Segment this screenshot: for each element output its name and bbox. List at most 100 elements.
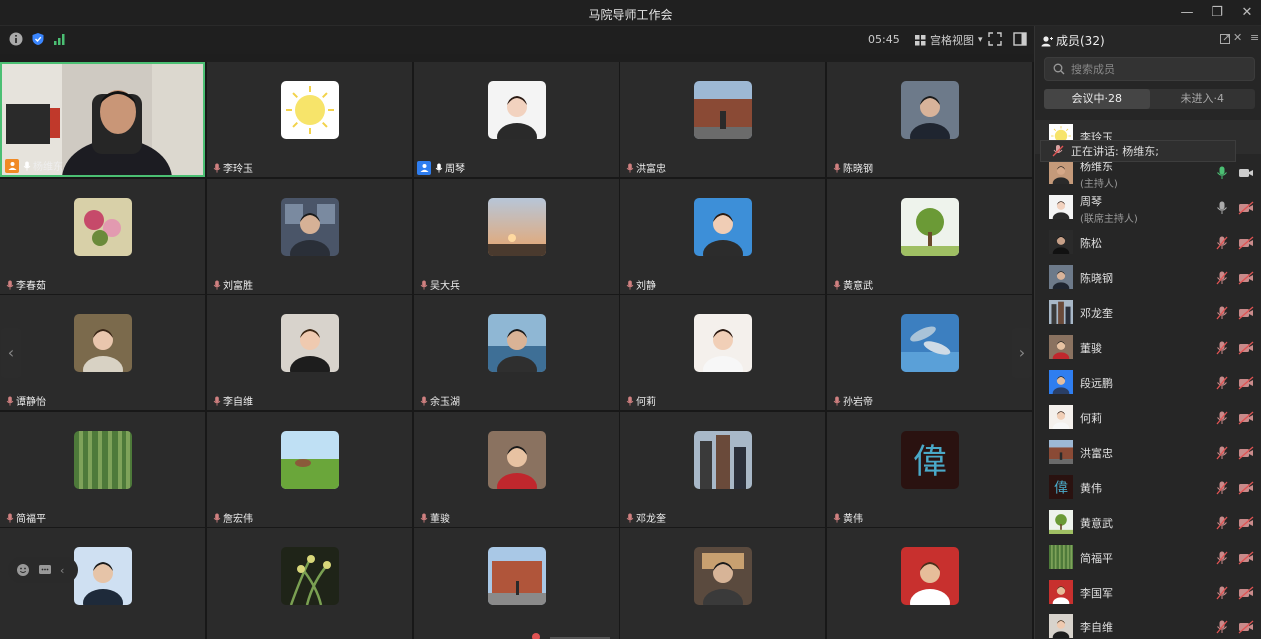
chat-icon[interactable]: [38, 563, 52, 577]
signal-icon[interactable]: [53, 32, 67, 46]
camera-off-icon[interactable]: [1238, 586, 1254, 600]
member-name: 何莉: [1080, 412, 1102, 425]
participant-name: 李自维: [223, 397, 253, 408]
mic-muted-icon[interactable]: [1216, 341, 1228, 355]
restore-button[interactable]: ❐: [1207, 4, 1227, 22]
member-row[interactable]: 李国军: [1035, 576, 1261, 610]
camera-off-icon[interactable]: [1238, 516, 1254, 530]
grid-view-dropdown[interactable]: 宫格视图 ▾: [915, 32, 983, 48]
prev-page-button[interactable]: ‹: [1, 328, 21, 378]
member-row[interactable]: 周琴 (联席主持人): [1035, 191, 1261, 225]
participant-tile[interactable]: [0, 528, 205, 639]
participant-tile[interactable]: [414, 528, 619, 639]
minimize-button[interactable]: —: [1177, 4, 1197, 22]
member-row[interactable]: 李自维: [1035, 610, 1261, 639]
participant-tile[interactable]: 李自维: [207, 295, 412, 410]
member-row[interactable]: 何莉: [1035, 401, 1261, 435]
camera-off-icon[interactable]: [1238, 411, 1254, 425]
member-row[interactable]: 董骏: [1035, 331, 1261, 365]
participant-tile[interactable]: 杨维东: [0, 62, 205, 219]
participant-tile[interactable]: 简福平: [0, 412, 205, 527]
member-row[interactable]: 简福平: [1035, 541, 1261, 575]
participant-tile[interactable]: 黄意武: [827, 179, 1032, 294]
participant-tile[interactable]: [207, 528, 412, 639]
svg-text:偉: 偉: [913, 442, 947, 482]
mic-icon[interactable]: [1216, 166, 1228, 180]
member-name: 简福平: [1080, 552, 1113, 565]
mic-muted-icon[interactable]: [1216, 271, 1228, 285]
next-page-button[interactable]: ›: [1012, 328, 1032, 378]
member-row[interactable]: 黄意武: [1035, 506, 1261, 540]
popout-icon[interactable]: [1220, 34, 1230, 44]
member-row[interactable]: 邓龙奎: [1035, 296, 1261, 330]
tab-not-joined[interactable]: 未进入·4: [1150, 89, 1256, 109]
camera-off-icon[interactable]: [1238, 341, 1254, 355]
member-row[interactable]: 洪富忠: [1035, 436, 1261, 470]
mic-muted-icon[interactable]: [1216, 516, 1228, 530]
mic-muted-icon[interactable]: [1216, 551, 1228, 565]
mic-muted-icon[interactable]: [1216, 306, 1228, 320]
participant-tile[interactable]: 陈晓钢: [827, 62, 1032, 177]
participant-tile[interactable]: [827, 528, 1032, 639]
member-row[interactable]: 陈晓钢: [1035, 261, 1261, 295]
panel-menu-icon[interactable]: ≡: [1250, 31, 1259, 44]
participant-tile[interactable]: 董骏: [414, 412, 619, 527]
member-avatar: [1049, 195, 1073, 219]
tab-in-meeting[interactable]: 会议中·28: [1044, 89, 1150, 109]
mic-muted-icon[interactable]: [1216, 236, 1228, 250]
camera-off-icon[interactable]: [1238, 481, 1254, 495]
mic-muted-icon[interactable]: [1216, 586, 1228, 600]
mic-muted-icon[interactable]: [1216, 620, 1228, 634]
member-row[interactable]: 偉黄伟: [1035, 471, 1261, 505]
camera-icon[interactable]: [1238, 166, 1254, 180]
collapse-icon[interactable]: ‹: [60, 564, 64, 577]
member-row[interactable]: 段远鹏: [1035, 366, 1261, 400]
camera-off-icon[interactable]: [1238, 376, 1254, 390]
participant-label: 李自维: [213, 393, 253, 408]
camera-off-icon[interactable]: [1238, 201, 1254, 215]
participant-tile[interactable]: 孙岩帝: [827, 295, 1032, 410]
members-icon: [1041, 35, 1053, 46]
camera-off-icon[interactable]: [1238, 236, 1254, 250]
member-search[interactable]: [1044, 57, 1255, 81]
sidebar-toggle-icon[interactable]: [1013, 32, 1027, 46]
participant-tile[interactable]: 刘静: [620, 179, 825, 294]
info-icon[interactable]: [9, 32, 23, 46]
mic-muted-icon[interactable]: [1216, 411, 1228, 425]
participant-tile[interactable]: 邓龙奎: [620, 412, 825, 527]
participant-tile[interactable]: 吴大兵: [414, 179, 619, 294]
participant-tile[interactable]: 洪富忠: [620, 62, 825, 177]
participant-tile[interactable]: 何莉: [620, 295, 825, 410]
member-name: 陈晓钢: [1080, 272, 1113, 285]
panel-close-icon[interactable]: ✕: [1233, 31, 1242, 44]
camera-off-icon[interactable]: [1238, 306, 1254, 320]
participant-tile[interactable]: 周琴: [414, 62, 619, 177]
camera-off-icon[interactable]: [1238, 620, 1254, 634]
participant-tile[interactable]: 偉黄伟: [827, 412, 1032, 527]
camera-off-icon[interactable]: [1238, 551, 1254, 565]
shield-icon[interactable]: [31, 32, 45, 46]
participant-tile[interactable]: 刘富胜: [207, 179, 412, 294]
participant-tile[interactable]: 李春茹: [0, 179, 205, 294]
participant-tile[interactable]: [620, 528, 825, 639]
emoji-icon[interactable]: [16, 563, 30, 577]
participant-tile[interactable]: 詹宏伟: [207, 412, 412, 527]
mic-icon[interactable]: [1216, 201, 1228, 215]
member-avatar: [1049, 580, 1073, 604]
close-button[interactable]: ✕: [1237, 4, 1257, 22]
window-title: 马院导师工作会: [588, 8, 673, 22]
participant-tile[interactable]: 李玲玉: [207, 62, 412, 177]
search-input[interactable]: [1071, 62, 1241, 76]
participant-tile[interactable]: 余玉湖: [414, 295, 619, 410]
fullscreen-icon[interactable]: [988, 32, 1002, 46]
member-name: 黄伟: [1080, 482, 1102, 495]
participant-tile[interactable]: 谭静怡: [0, 295, 205, 410]
camera-off-icon[interactable]: [1238, 446, 1254, 460]
participant-name: 孙岩帝: [843, 397, 873, 408]
participant-avatar: [694, 198, 752, 256]
mic-muted-icon[interactable]: [1216, 481, 1228, 495]
mic-muted-icon[interactable]: [1216, 376, 1228, 390]
mic-muted-icon[interactable]: [1216, 446, 1228, 460]
member-row[interactable]: 陈松: [1035, 226, 1261, 260]
camera-off-icon[interactable]: [1238, 271, 1254, 285]
